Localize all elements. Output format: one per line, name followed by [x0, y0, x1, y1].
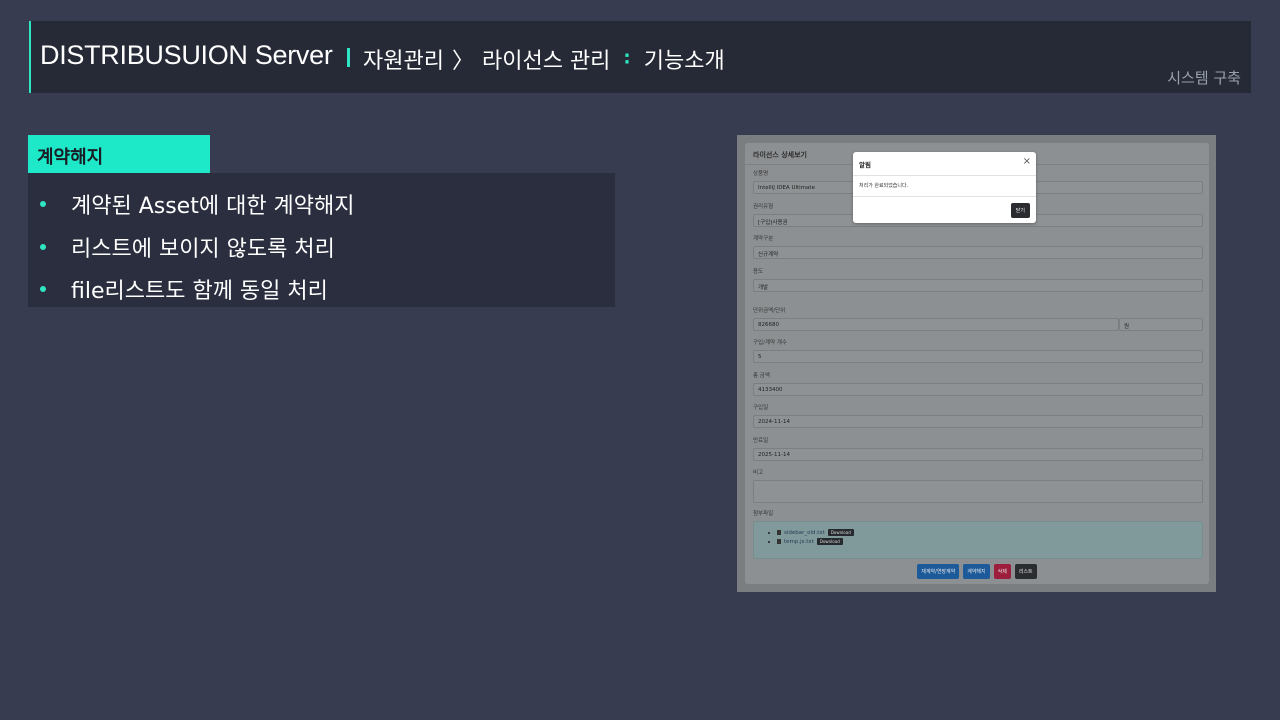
contract-type-field[interactable]: 신규계약: [753, 246, 1203, 259]
attachment-name[interactable]: temp.js.txt: [784, 539, 814, 545]
alert-modal: 알림 × 처리가 완료되었습니다. 닫기: [853, 152, 1036, 223]
modal-message: 처리가 완료되었습니다.: [859, 183, 909, 189]
chevron-right-icon: 〉: [451, 49, 474, 74]
bullet-icon: [40, 286, 46, 293]
attachment-item: temp.js.txt Download: [768, 538, 843, 545]
field-label-purpose: 용도: [753, 269, 764, 275]
section-tag: 계약해지: [28, 135, 210, 173]
quantity-field[interactable]: 5: [753, 350, 1203, 363]
bullet-box: 계약된 Asset에 대한 계약해지 리스트에 보이지 않도록 처리 file리…: [28, 173, 615, 307]
renew-contract-button[interactable]: 재계약/연장계약: [917, 564, 960, 579]
bullet-text: 리스트에 보이지 않도록 처리: [71, 236, 335, 262]
divider: [853, 196, 1036, 197]
modal-close-button[interactable]: 닫기: [1010, 203, 1030, 218]
bullet-text: 계약된 Asset에 대한 계약해지: [71, 194, 355, 220]
field-label-expiry-date: 만료일: [753, 438, 769, 444]
breadcrumb-item-features: 기능소개: [643, 49, 725, 74]
app-screenshot: 라이선스 상세보기 상품명 IntelliJ IDEA Ultimate 권리유…: [737, 135, 1216, 592]
field-label-total: 총 금액: [753, 373, 770, 379]
purchase-date-field[interactable]: 2024-11-14: [753, 415, 1203, 428]
field-label-unit-price: 단위금액/단위: [753, 308, 786, 314]
header-subtitle: 시스템 구축: [1167, 69, 1241, 87]
app-title: DISTRIBUSUION Server: [40, 40, 333, 70]
note-textarea[interactable]: [753, 480, 1203, 503]
detail-title: 라이선스 상세보기: [753, 151, 807, 159]
bullet-item: 계약된 Asset에 대한 계약해지: [38, 183, 615, 226]
close-icon[interactable]: ×: [1023, 156, 1031, 167]
divider: [853, 175, 1036, 176]
attachment-item: sidebar_old.txt Download: [768, 529, 854, 536]
bullet-icon: [40, 243, 46, 250]
bullet-icon: [40, 201, 46, 208]
total-amount-field[interactable]: 4133400: [753, 383, 1203, 396]
license-detail-card: 라이선스 상세보기 상품명 IntelliJ IDEA Ultimate 권리유…: [745, 143, 1209, 584]
file-icon: [777, 530, 781, 535]
download-button[interactable]: Download: [827, 529, 854, 536]
header-bar: DISTRIBUSUION Server 자원관리 〉 라이선스 관리 ∶ 기능…: [29, 21, 1251, 93]
breadcrumb-item-license: 라이선스 관리: [481, 49, 611, 74]
delete-button[interactable]: 삭제: [993, 564, 1011, 579]
bullet-text: file리스트도 함께 동일 처리: [71, 279, 328, 305]
attachments-label: 첨부파일: [753, 511, 774, 517]
purpose-field[interactable]: 개발: [753, 279, 1203, 292]
field-label-quantity: 구입/계약 개수: [753, 340, 787, 346]
bullet-item: 리스트에 보이지 않도록 처리: [38, 226, 615, 269]
expiry-date-field[interactable]: 2025-11-14: [753, 448, 1203, 461]
download-button[interactable]: Download: [816, 538, 843, 545]
field-label-product: 상품명: [753, 171, 769, 177]
modal-title: 알림: [859, 161, 871, 169]
attachment-name[interactable]: sidebar_old.txt: [784, 530, 825, 536]
field-label-right-type: 권리유형: [753, 204, 774, 210]
unit-price-field[interactable]: 826680: [753, 318, 1119, 331]
breadcrumb: 자원관리 〉 라이선스 관리 ∶ 기능소개: [363, 43, 725, 75]
header-divider: [347, 48, 350, 67]
field-label-purchase-date: 구입일: [753, 405, 769, 411]
bullet-icon: [768, 540, 770, 543]
breadcrumb-item-resources: 자원관리: [363, 49, 444, 74]
bullet-list: 계약된 Asset에 대한 계약해지 리스트에 보이지 않도록 처리 file리…: [28, 173, 615, 311]
list-button[interactable]: 리스트: [1014, 564, 1037, 579]
bullet-icon: [768, 531, 770, 534]
unit-field[interactable]: 원: [1119, 318, 1203, 331]
action-buttons: 재계약/연장계약 계약해지 삭제 리스트: [745, 564, 1209, 579]
field-label-note: 비고: [753, 470, 764, 476]
colon-separator-icon: ∶: [624, 48, 630, 70]
bullet-item: file리스트도 함께 동일 처리: [38, 268, 615, 311]
file-icon: [777, 539, 781, 544]
field-label-contract-type: 계약구분: [753, 236, 774, 242]
terminate-contract-button[interactable]: 계약해지: [963, 564, 990, 579]
attachment-list: sidebar_old.txt Download temp.js.txt Dow…: [753, 521, 1203, 559]
